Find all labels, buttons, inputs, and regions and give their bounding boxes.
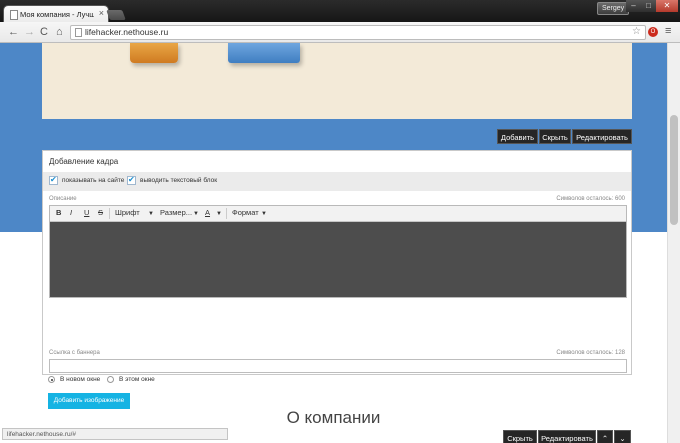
chevron-down-icon[interactable]: ▼ [216, 209, 222, 219]
banner-char-count: Символов осталось: 128 [556, 350, 625, 356]
orange-box-image [130, 43, 178, 63]
text-color-button[interactable]: A [205, 208, 210, 218]
format-dropdown[interactable]: Формат [232, 208, 259, 218]
chevron-down-icon[interactable]: ▼ [193, 209, 199, 219]
browser-toolbar: ← → C ⌂ lifehacker.nethouse.ru ☆ O ≡ [0, 22, 680, 43]
hero-banner [42, 43, 632, 119]
section-heading: О компании [286, 408, 381, 427]
back-icon[interactable]: ← [8, 26, 19, 38]
browser-tab[interactable]: Моя компания - Лучши × [4, 6, 108, 22]
banner-link-input[interactable] [49, 359, 627, 373]
chevron-up-icon[interactable]: ⌃ [597, 430, 613, 443]
this-window-label: В этом окне [119, 376, 155, 383]
banner-link-label: Ссылка с баннера [49, 350, 100, 356]
description-label: Описание [49, 196, 77, 202]
toolbar-divider [109, 208, 110, 219]
hide-button[interactable]: Скрыть [539, 129, 571, 144]
options-bar: показывать на сайте выводить текстовый б… [43, 172, 631, 191]
new-tab-button[interactable] [106, 10, 126, 20]
window-titlebar: Моя компания - Лучши × Sergey – □ ✕ [0, 0, 680, 22]
tab-close-icon[interactable]: × [99, 8, 104, 18]
blue-box-image [228, 43, 300, 63]
show-text-block-checkbox[interactable] [127, 175, 136, 185]
add-image-button[interactable]: Добавить изображение [48, 393, 130, 409]
address-bar[interactable]: lifehacker.nethouse.ru ☆ [70, 25, 646, 40]
reload-icon[interactable]: C [40, 26, 48, 38]
add-button[interactable]: Добавить [497, 129, 538, 144]
tab-title: Моя компания - Лучши [20, 10, 94, 19]
home-icon[interactable]: ⌂ [56, 26, 63, 38]
page-scrollbar[interactable] [667, 43, 680, 443]
forward-icon[interactable]: → [24, 26, 35, 38]
show-text-block-label: выводить текстовый блок [140, 177, 218, 184]
show-on-site-checkbox[interactable] [49, 175, 58, 185]
extension-icon[interactable]: O [648, 27, 658, 37]
show-on-site-label: показывать на сайте [62, 177, 125, 184]
underline-button[interactable]: U [84, 208, 89, 218]
size-dropdown[interactable]: Размер... [160, 208, 192, 218]
toolbar-divider [226, 208, 227, 219]
add-frame-panel: Добавление кадра показывать на сайте выв… [42, 150, 632, 375]
scrollbar-thumb[interactable] [670, 115, 678, 225]
minimize-button[interactable]: – [626, 0, 641, 12]
this-window-radio[interactable] [107, 376, 114, 383]
close-window-button[interactable]: ✕ [656, 0, 678, 12]
profile-button[interactable]: Sergey [597, 2, 630, 15]
chevron-down-icon[interactable]: ▼ [261, 209, 267, 219]
new-window-radio[interactable] [48, 376, 55, 383]
section-edit-button[interactable]: Редактировать [538, 430, 596, 443]
bold-button[interactable]: B [56, 208, 61, 218]
page-viewport: Добавить Скрыть Редактировать Добавление… [0, 43, 667, 443]
chevron-down-icon[interactable]: ⌄ [614, 430, 631, 443]
status-bar: lifehacker.nethouse.ru/# [2, 428, 228, 440]
maximize-button[interactable]: □ [641, 0, 656, 12]
strikethrough-button[interactable]: S [98, 208, 103, 218]
italic-button[interactable]: I [70, 208, 72, 218]
description-char-count: Символов осталось: 600 [556, 196, 625, 202]
section-hide-button[interactable]: Скрыть [503, 430, 537, 443]
panel-title: Добавление кадра [49, 157, 119, 166]
font-dropdown[interactable]: Шрифт [115, 208, 140, 218]
chevron-down-icon[interactable]: ▼ [148, 209, 154, 219]
bookmark-star-icon[interactable]: ☆ [632, 26, 641, 37]
new-window-label: В новом окне [60, 376, 101, 383]
url-text[interactable]: lifehacker.nethouse.ru [85, 27, 168, 37]
edit-button[interactable]: Редактировать [572, 129, 632, 144]
description-editor[interactable]: B I U S Шрифт ▼ Размер... ▼ A ▼ Формат ▼ [49, 205, 627, 298]
menu-icon[interactable]: ≡ [665, 25, 671, 37]
editor-toolbar: B I U S Шрифт ▼ Размер... ▼ A ▼ Формат ▼ [50, 206, 626, 222]
page-icon [10, 10, 18, 20]
page-icon [75, 28, 82, 37]
